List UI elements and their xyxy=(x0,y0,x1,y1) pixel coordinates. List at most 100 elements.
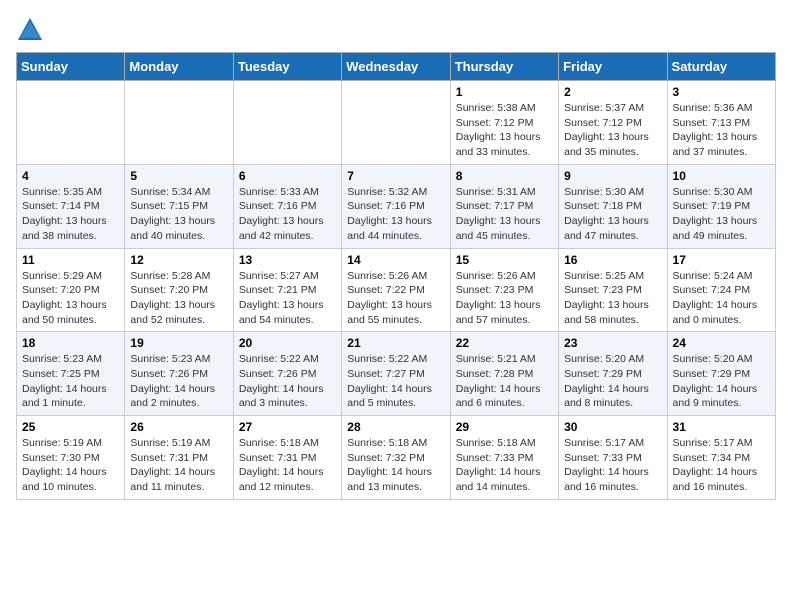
calendar-cell: 18Sunrise: 5:23 AM Sunset: 7:25 PM Dayli… xyxy=(17,332,125,416)
day-number: 8 xyxy=(456,169,553,183)
day-number: 6 xyxy=(239,169,336,183)
calendar-cell: 9Sunrise: 5:30 AM Sunset: 7:18 PM Daylig… xyxy=(559,164,667,248)
day-info: Sunrise: 5:18 AM Sunset: 7:32 PM Dayligh… xyxy=(347,436,444,495)
day-info: Sunrise: 5:18 AM Sunset: 7:31 PM Dayligh… xyxy=(239,436,336,495)
calendar-cell: 28 Sunrise: 5:18 AM Sunset: 7:32 PM Dayli… xyxy=(342,416,450,500)
calendar-cell: 17 Sunrise: 5:24 AM Sunset: 7:24 PM Dayli… xyxy=(667,248,775,332)
calendar-cell: 19 Sunrise: 5:23 AM Sunset: 7:26 PM Dayli… xyxy=(125,332,233,416)
day-info: Sunrise: 5:35 AM Sunset: 7:14 PM Dayligh… xyxy=(22,185,119,244)
calendar-cell xyxy=(17,81,125,165)
day-info: Sunrise: 5:17 AM Sunset: 7:34 PM Dayligh… xyxy=(673,436,770,495)
day-number: 5 xyxy=(130,169,227,183)
day-info: Sunrise: 5:27 AM Sunset: 7:21 PM Dayligh… xyxy=(239,269,336,328)
day-info: Sunrise: 5:26 AM Sunset: 7:23 PM Dayligh… xyxy=(456,269,553,328)
day-info: Sunrise: 5:28 AM Sunset: 7:20 PM Dayligh… xyxy=(130,269,227,328)
day-number: 22 xyxy=(456,336,553,350)
day-info: Sunrise: 5:21 AM Sunset: 7:28 PM Dayligh… xyxy=(456,352,553,411)
day-number: 29 xyxy=(456,420,553,434)
calendar-cell: 13 Sunrise: 5:27 AM Sunset: 7:21 PM Dayli… xyxy=(233,248,341,332)
calendar-cell: 26 Sunrise: 5:19 AM Sunset: 7:31 PM Dayli… xyxy=(125,416,233,500)
calendar-cell: 29 Sunrise: 5:18 AM Sunset: 7:33 PM Dayli… xyxy=(450,416,558,500)
day-info: Sunrise: 5:34 AM Sunset: 7:15 PM Dayligh… xyxy=(130,185,227,244)
day-info: Sunrise: 5:30 AM Sunset: 7:18 PM Dayligh… xyxy=(564,185,661,244)
day-info: Sunrise: 5:23 AM Sunset: 7:25 PM Dayligh… xyxy=(22,352,119,411)
day-number: 21 xyxy=(347,336,444,350)
day-info: Sunrise: 5:33 AM Sunset: 7:16 PM Dayligh… xyxy=(239,185,336,244)
calendar-header-row: SundayMondayTuesdayWednesdayThursdayFrid… xyxy=(17,53,776,81)
day-number: 7 xyxy=(347,169,444,183)
calendar-cell xyxy=(342,81,450,165)
calendar-cell: 11 Sunrise: 5:29 AM Sunset: 7:20 PM Dayli… xyxy=(17,248,125,332)
calendar-cell: 8 Sunrise: 5:31 AM Sunset: 7:17 PM Daylig… xyxy=(450,164,558,248)
day-number: 27 xyxy=(239,420,336,434)
day-header-sunday: Sunday xyxy=(17,53,125,81)
calendar-week-row: 1 Sunrise: 5:38 AM Sunset: 7:12 PM Daylig… xyxy=(17,81,776,165)
calendar-cell: 16Sunrise: 5:25 AM Sunset: 7:23 PM Dayli… xyxy=(559,248,667,332)
day-number: 20 xyxy=(239,336,336,350)
day-info: Sunrise: 5:19 AM Sunset: 7:31 PM Dayligh… xyxy=(130,436,227,495)
calendar-cell: 23Sunrise: 5:20 AM Sunset: 7:29 PM Dayli… xyxy=(559,332,667,416)
day-info: Sunrise: 5:19 AM Sunset: 7:30 PM Dayligh… xyxy=(22,436,119,495)
calendar-cell: 10 Sunrise: 5:30 AM Sunset: 7:19 PM Dayli… xyxy=(667,164,775,248)
day-header-wednesday: Wednesday xyxy=(342,53,450,81)
calendar-cell: 21Sunrise: 5:22 AM Sunset: 7:27 PM Dayli… xyxy=(342,332,450,416)
day-header-thursday: Thursday xyxy=(450,53,558,81)
calendar-cell: 15 Sunrise: 5:26 AM Sunset: 7:23 PM Dayli… xyxy=(450,248,558,332)
calendar-cell xyxy=(125,81,233,165)
day-number: 12 xyxy=(130,253,227,267)
day-number: 3 xyxy=(673,85,770,99)
day-number: 13 xyxy=(239,253,336,267)
calendar-cell: 20Sunrise: 5:22 AM Sunset: 7:26 PM Dayli… xyxy=(233,332,341,416)
day-info: Sunrise: 5:37 AM Sunset: 7:12 PM Dayligh… xyxy=(564,101,661,160)
day-info: Sunrise: 5:23 AM Sunset: 7:26 PM Dayligh… xyxy=(130,352,227,411)
calendar-cell: 27 Sunrise: 5:18 AM Sunset: 7:31 PM Dayli… xyxy=(233,416,341,500)
calendar-cell xyxy=(233,81,341,165)
day-info: Sunrise: 5:36 AM Sunset: 7:13 PM Dayligh… xyxy=(673,101,770,160)
calendar-cell: 22 Sunrise: 5:21 AM Sunset: 7:28 PM Dayli… xyxy=(450,332,558,416)
calendar-table: SundayMondayTuesdayWednesdayThursdayFrid… xyxy=(16,52,776,500)
day-number: 15 xyxy=(456,253,553,267)
day-info: Sunrise: 5:32 AM Sunset: 7:16 PM Dayligh… xyxy=(347,185,444,244)
calendar-cell: 7 Sunrise: 5:32 AM Sunset: 7:16 PM Daylig… xyxy=(342,164,450,248)
calendar-cell: 25 Sunrise: 5:19 AM Sunset: 7:30 PM Dayli… xyxy=(17,416,125,500)
calendar-cell: 5 Sunrise: 5:34 AM Sunset: 7:15 PM Daylig… xyxy=(125,164,233,248)
day-info: Sunrise: 5:20 AM Sunset: 7:29 PM Dayligh… xyxy=(564,352,661,411)
day-number: 24 xyxy=(673,336,770,350)
day-info: Sunrise: 5:31 AM Sunset: 7:17 PM Dayligh… xyxy=(456,185,553,244)
calendar-week-row: 18Sunrise: 5:23 AM Sunset: 7:25 PM Dayli… xyxy=(17,332,776,416)
calendar-cell: 14Sunrise: 5:26 AM Sunset: 7:22 PM Dayli… xyxy=(342,248,450,332)
day-number: 2 xyxy=(564,85,661,99)
day-info: Sunrise: 5:38 AM Sunset: 7:12 PM Dayligh… xyxy=(456,101,553,160)
day-number: 31 xyxy=(673,420,770,434)
day-info: Sunrise: 5:29 AM Sunset: 7:20 PM Dayligh… xyxy=(22,269,119,328)
calendar-cell: 31 Sunrise: 5:17 AM Sunset: 7:34 PM Dayli… xyxy=(667,416,775,500)
calendar-cell: 12 Sunrise: 5:28 AM Sunset: 7:20 PM Dayli… xyxy=(125,248,233,332)
day-number: 17 xyxy=(673,253,770,267)
calendar-week-row: 4 Sunrise: 5:35 AM Sunset: 7:14 PM Daylig… xyxy=(17,164,776,248)
day-number: 14 xyxy=(347,253,444,267)
calendar-cell: 24 Sunrise: 5:20 AM Sunset: 7:29 PM Dayli… xyxy=(667,332,775,416)
day-number: 11 xyxy=(22,253,119,267)
day-number: 28 xyxy=(347,420,444,434)
calendar-cell: 6 Sunrise: 5:33 AM Sunset: 7:16 PM Daylig… xyxy=(233,164,341,248)
day-header-friday: Friday xyxy=(559,53,667,81)
day-info: Sunrise: 5:24 AM Sunset: 7:24 PM Dayligh… xyxy=(673,269,770,328)
calendar-cell: 2 Sunrise: 5:37 AM Sunset: 7:12 PM Daylig… xyxy=(559,81,667,165)
day-header-tuesday: Tuesday xyxy=(233,53,341,81)
day-header-saturday: Saturday xyxy=(667,53,775,81)
day-info: Sunrise: 5:30 AM Sunset: 7:19 PM Dayligh… xyxy=(673,185,770,244)
day-info: Sunrise: 5:18 AM Sunset: 7:33 PM Dayligh… xyxy=(456,436,553,495)
calendar-cell: 4 Sunrise: 5:35 AM Sunset: 7:14 PM Daylig… xyxy=(17,164,125,248)
day-number: 1 xyxy=(456,85,553,99)
day-number: 4 xyxy=(22,169,119,183)
day-info: Sunrise: 5:20 AM Sunset: 7:29 PM Dayligh… xyxy=(673,352,770,411)
day-info: Sunrise: 5:17 AM Sunset: 7:33 PM Dayligh… xyxy=(564,436,661,495)
calendar-cell: 30 Sunrise: 5:17 AM Sunset: 7:33 PM Dayli… xyxy=(559,416,667,500)
day-number: 30 xyxy=(564,420,661,434)
day-number: 10 xyxy=(673,169,770,183)
day-number: 16 xyxy=(564,253,661,267)
day-number: 26 xyxy=(130,420,227,434)
calendar-cell: 3 Sunrise: 5:36 AM Sunset: 7:13 PM Daylig… xyxy=(667,81,775,165)
day-number: 19 xyxy=(130,336,227,350)
day-number: 25 xyxy=(22,420,119,434)
